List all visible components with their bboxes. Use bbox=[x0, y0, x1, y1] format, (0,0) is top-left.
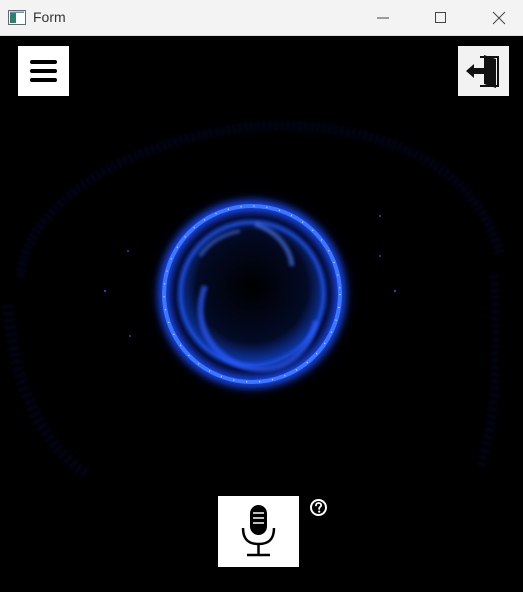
exit-button[interactable] bbox=[458, 46, 509, 96]
hamburger-menu-icon bbox=[30, 60, 57, 82]
close-button[interactable] bbox=[470, 0, 523, 36]
microphone-icon bbox=[241, 505, 276, 557]
title-bar: Form bbox=[0, 0, 523, 36]
client-area bbox=[0, 36, 523, 592]
app-icon bbox=[8, 10, 26, 25]
minimize-icon bbox=[377, 17, 389, 19]
minimize-button[interactable] bbox=[354, 0, 412, 36]
maximize-icon bbox=[435, 12, 446, 23]
maximize-button[interactable] bbox=[412, 0, 470, 36]
menu-button[interactable] bbox=[18, 46, 69, 96]
close-icon bbox=[492, 11, 506, 25]
help-question-icon[interactable] bbox=[309, 498, 328, 517]
assistant-orb-animation bbox=[2, 120, 505, 482]
microphone-button[interactable] bbox=[218, 496, 299, 567]
window-title: Form bbox=[33, 9, 66, 25]
exit-door-icon bbox=[466, 55, 499, 88]
